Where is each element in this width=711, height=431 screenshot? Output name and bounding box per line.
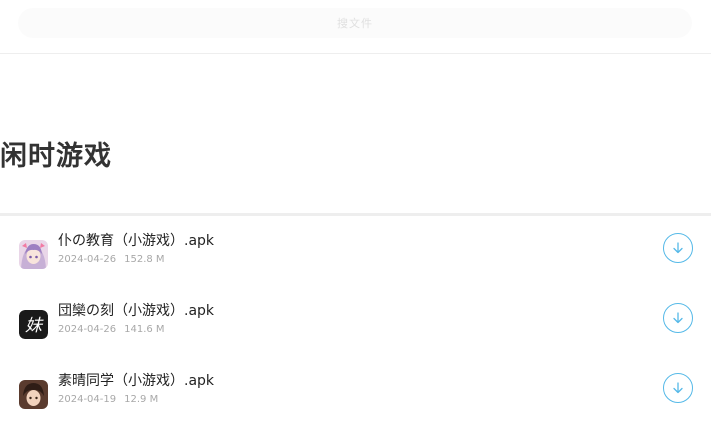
svg-text:妹: 妹 (25, 316, 44, 336)
download-arrow-icon (673, 242, 683, 254)
search-input[interactable]: 搜文件 (18, 8, 692, 38)
mei-kanji-icon: 妹 (19, 310, 48, 339)
file-meta: 2024-04-26 152.8 M (58, 253, 165, 267)
file-size: 141.6 M (124, 324, 165, 335)
section-divider (0, 213, 711, 216)
download-button[interactable] (663, 233, 693, 263)
list-item[interactable]: 妹 団欒の刻（小游戏）.apk 2024-04-26 141.6 M (0, 301, 711, 361)
search-placeholder: 搜文件 (337, 17, 373, 30)
file-meta: 2024-04-26 141.6 M (58, 323, 165, 337)
file-date: 2024-04-26 (58, 324, 117, 335)
download-button[interactable] (663, 303, 693, 333)
file-meta: 2024-04-19 12.9 M (58, 393, 158, 407)
list-item[interactable]: 素晴同学（小游戏）.apk 2024-04-19 12.9 M (0, 371, 711, 431)
file-name: 仆の教育（小游戏）.apk (58, 233, 215, 249)
download-arrow-icon (673, 312, 683, 324)
file-size: 152.8 M (124, 254, 165, 265)
section-title: 闲时游戏 (0, 141, 112, 172)
download-arrow-icon (673, 382, 683, 394)
file-date: 2024-04-26 (58, 254, 117, 265)
anime-girl-icon (19, 240, 48, 269)
list-item[interactable]: 仆の教育（小游戏）.apk 2024-04-26 152.8 M (0, 231, 711, 291)
file-name: 素晴同学（小游戏）.apk (58, 373, 215, 389)
top-bar: 搜文件 (0, 0, 711, 54)
file-name: 団欒の刻（小游戏）.apk (58, 303, 215, 319)
download-button[interactable] (663, 373, 693, 403)
anime-boy-icon (19, 380, 48, 409)
